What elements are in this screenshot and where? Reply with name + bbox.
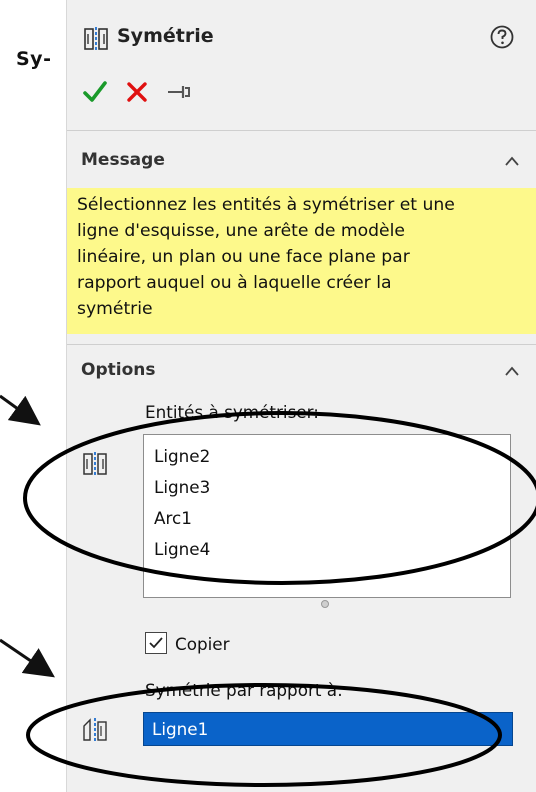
- message-line: ligne d'esquisse, une arête de modèle: [77, 221, 405, 241]
- entities-to-mirror-icon: [83, 452, 107, 476]
- chevron-up-icon[interactable]: [503, 154, 521, 168]
- reference-label: Symétrie par rapport à:: [145, 680, 343, 700]
- list-item[interactable]: Ligne2: [144, 441, 510, 472]
- message-box: Sélectionnez les entités à symétriser et…: [67, 188, 536, 334]
- message-section-title: Message: [81, 150, 165, 170]
- entities-listbox[interactable]: Ligne2 Ligne3 Arc1 Ligne4: [143, 434, 511, 598]
- list-item[interactable]: Ligne4: [144, 534, 510, 565]
- annotation-margin: Sy-: [0, 0, 66, 792]
- options-section-title: Options: [81, 360, 156, 380]
- divider: [67, 130, 536, 131]
- listbox-resize-handle[interactable]: [321, 600, 329, 608]
- list-item[interactable]: Ligne3: [144, 472, 510, 503]
- question-circle-icon[interactable]: [489, 24, 515, 50]
- message-line: rapport auquel ou à laquelle créer la: [77, 273, 392, 293]
- message-line: Sélectionnez les entités à symétriser et…: [77, 195, 455, 215]
- mirror-entities-icon: [84, 27, 108, 51]
- ok-button[interactable]: [81, 78, 109, 106]
- annotation-label: Sy-: [16, 48, 52, 70]
- entities-label: Entités à symétriser:: [145, 402, 319, 422]
- mirror-about-icon: [83, 718, 107, 742]
- list-item[interactable]: Arc1: [144, 503, 510, 534]
- copy-checkbox[interactable]: [145, 632, 167, 654]
- divider: [67, 344, 536, 345]
- copy-label[interactable]: Copier: [175, 634, 230, 654]
- message-line: symétrie: [77, 299, 153, 319]
- message-line: linéaire, un plan ou une face plane par: [77, 247, 410, 267]
- pushpin-icon[interactable]: [165, 78, 193, 106]
- checkmark-icon: [149, 637, 163, 649]
- cancel-button[interactable]: [123, 78, 151, 106]
- chevron-up-icon[interactable]: [503, 364, 521, 378]
- panel-title: Symétrie: [117, 25, 214, 47]
- mirror-reference-field[interactable]: Ligne1: [143, 712, 513, 746]
- property-manager-panel: Symétrie Message Sélectionnez les entité…: [66, 0, 536, 792]
